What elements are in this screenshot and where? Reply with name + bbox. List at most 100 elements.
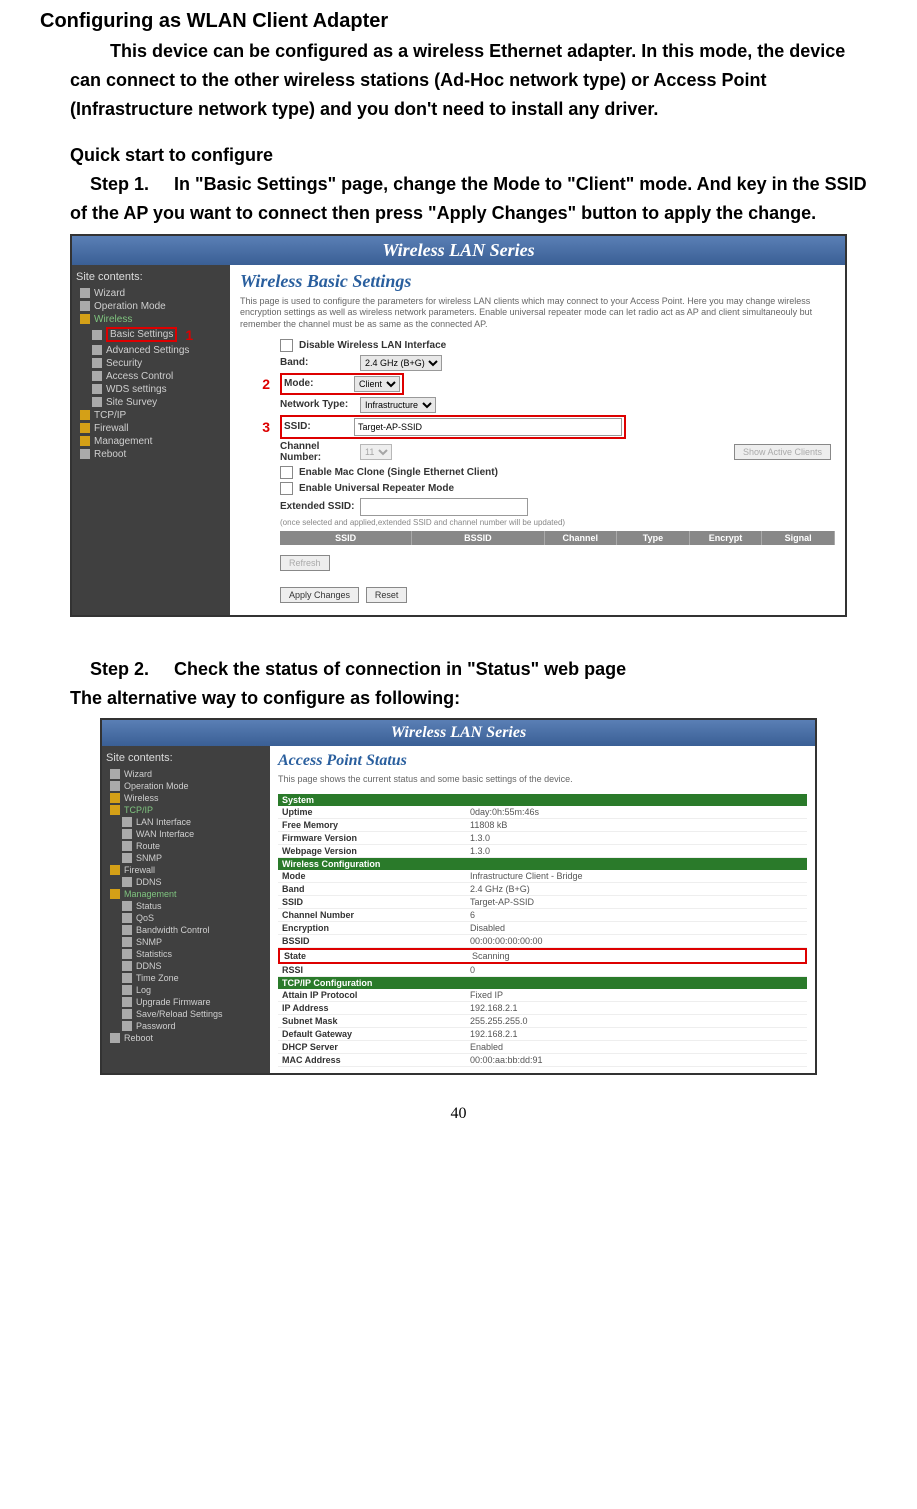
refresh-button[interactable]: Refresh (280, 555, 330, 571)
sidebar-item-label: WDS settings (106, 384, 167, 395)
banner: Wireless LAN Series (72, 236, 845, 265)
page-icon (80, 288, 90, 298)
sidebar-item[interactable]: TCP/IP (76, 409, 226, 422)
sidebar-item-label: Security (106, 358, 142, 369)
webver-val: 1.3.0 (466, 845, 807, 857)
step2-label: Step 2. (90, 659, 149, 679)
main-panel: Access Point Status This page shows the … (270, 746, 815, 1073)
sidebar-item[interactable]: Upgrade Firmware (106, 996, 266, 1008)
sidebar-item[interactable]: Wizard (76, 287, 226, 300)
band-select[interactable]: 2.4 GHz (B+G) (360, 355, 442, 371)
page-icon (122, 925, 132, 935)
ip-key: IP Address (278, 1002, 466, 1014)
sidebar-item[interactable]: DDNS (106, 876, 266, 888)
sidebar-item[interactable]: Log (106, 984, 266, 996)
table-header-ssid: SSID (280, 531, 412, 545)
state-row-highlight: StateScanning (278, 948, 807, 964)
sidebar-item[interactable]: Password (106, 1020, 266, 1032)
ssid-input[interactable] (354, 418, 622, 436)
sidebar-item[interactable]: Time Zone (106, 972, 266, 984)
sidebar-item[interactable]: Site Survey (76, 396, 226, 409)
sidebar-item[interactable]: Security (76, 357, 226, 370)
sidebar-item[interactable]: LAN Interface (106, 816, 266, 828)
ext-ssid-input[interactable] (360, 498, 528, 516)
sidebar-item[interactable]: Management (76, 435, 226, 448)
sidebar-item-label: Access Control (106, 371, 173, 382)
sidebar-item[interactable]: QoS (106, 912, 266, 924)
sidebar-item[interactable]: Management (106, 888, 266, 900)
sidebar-item[interactable]: Advanced Settings (76, 344, 226, 357)
sidebar-item[interactable]: Status (106, 900, 266, 912)
sidebar-item[interactable]: Operation Mode (76, 300, 226, 313)
universal-repeater-label: Enable Universal Repeater Mode (299, 483, 454, 494)
sidebar-item[interactable]: Firewall (106, 864, 266, 876)
page-icon (80, 449, 90, 459)
ip-val: 192.168.2.1 (466, 1002, 807, 1014)
panel-title: Wireless Basic Settings (240, 271, 835, 292)
mode-select[interactable]: Client (354, 376, 400, 392)
marker-3: 3 (240, 419, 270, 435)
network-type-select[interactable]: Infrastructure (360, 397, 436, 413)
fwver-key: Firmware Version (278, 832, 466, 844)
banner: Wireless LAN Series (102, 720, 815, 746)
folder-icon (110, 889, 120, 899)
mac-val: 00:00:aa:bb:dd:91 (466, 1054, 807, 1066)
sidebar-item-label: Bandwidth Control (136, 925, 210, 935)
universal-repeater-checkbox[interactable] (280, 482, 293, 495)
freemem-key: Free Memory (278, 819, 466, 831)
sidebar-item[interactable]: Save/Reload Settings (106, 1008, 266, 1020)
rssi-key: RSSI (278, 964, 466, 976)
mac-clone-checkbox[interactable] (280, 466, 293, 479)
page-icon (122, 829, 132, 839)
dhcp-val: Enabled (466, 1041, 807, 1053)
sidebar-item[interactable]: WDS settings (76, 383, 226, 396)
page-icon (122, 913, 132, 923)
gw-key: Default Gateway (278, 1028, 466, 1040)
intro-text: This device can be configured as a wirel… (70, 37, 877, 123)
sidebar-item[interactable]: DDNS (106, 960, 266, 972)
apply-changes-button[interactable]: Apply Changes (280, 587, 359, 603)
sidebar-item[interactable]: SNMP (106, 936, 266, 948)
sidebar-item-label: Wizard (124, 769, 152, 779)
chan-key: Channel Number (278, 909, 466, 921)
sidebar-item-label: Wireless (124, 793, 159, 803)
enc-val: Disabled (466, 922, 807, 934)
page-title: Configuring as WLAN Client Adapter (40, 10, 877, 33)
page-icon (122, 949, 132, 959)
show-clients-button[interactable]: Show Active Clients (734, 444, 831, 460)
sidebar-item[interactable]: Statistics (106, 948, 266, 960)
sidebar-item[interactable]: Bandwidth Control (106, 924, 266, 936)
page-icon (92, 358, 102, 368)
sidebar-item-label: Save/Reload Settings (136, 1009, 223, 1019)
sidebar-item[interactable]: TCP/IP (106, 804, 266, 816)
ext-ssid-label: Extended SSID: (280, 501, 360, 512)
folder-icon (80, 436, 90, 446)
sidebar-item-label: Statistics (136, 949, 172, 959)
sidebar-item[interactable]: Reboot (76, 448, 226, 461)
sidebar-item[interactable]: Operation Mode (106, 780, 266, 792)
sidebar-item[interactable]: SNMP (106, 852, 266, 864)
sidebar-item-label: QoS (136, 913, 154, 923)
sidebar-item[interactable]: Wireless (76, 313, 226, 326)
fwver-val: 1.3.0 (466, 832, 807, 844)
sidebar-item[interactable]: Firewall (76, 422, 226, 435)
sidebar-item[interactable]: WAN Interface (106, 828, 266, 840)
screenshot-status: Wireless LAN Series Site contents: Wizar… (100, 718, 817, 1075)
sidebar-item[interactable]: Reboot (106, 1032, 266, 1044)
sidebar-item[interactable]: Basic Settings1 (76, 326, 226, 344)
disable-wlan-checkbox[interactable] (280, 339, 293, 352)
dhcp-key: DHCP Server (278, 1041, 466, 1053)
reset-button[interactable]: Reset (366, 587, 408, 603)
band-label: Band: (280, 357, 360, 368)
page-icon (92, 384, 102, 394)
sidebar-item[interactable]: Wizard (106, 768, 266, 780)
sidebar-item[interactable]: Wireless (106, 792, 266, 804)
sidebar-item-label: Site Survey (106, 397, 157, 408)
table-header-type: Type (617, 531, 690, 545)
channel-select[interactable]: 11 (360, 444, 392, 460)
sidebar-item[interactable]: Access Control (76, 370, 226, 383)
sidebar-item[interactable]: Route (106, 840, 266, 852)
disable-wlan-label: Disable Wireless LAN Interface (299, 340, 446, 351)
sidebar-item-label: Log (136, 985, 151, 995)
page-icon (122, 973, 132, 983)
